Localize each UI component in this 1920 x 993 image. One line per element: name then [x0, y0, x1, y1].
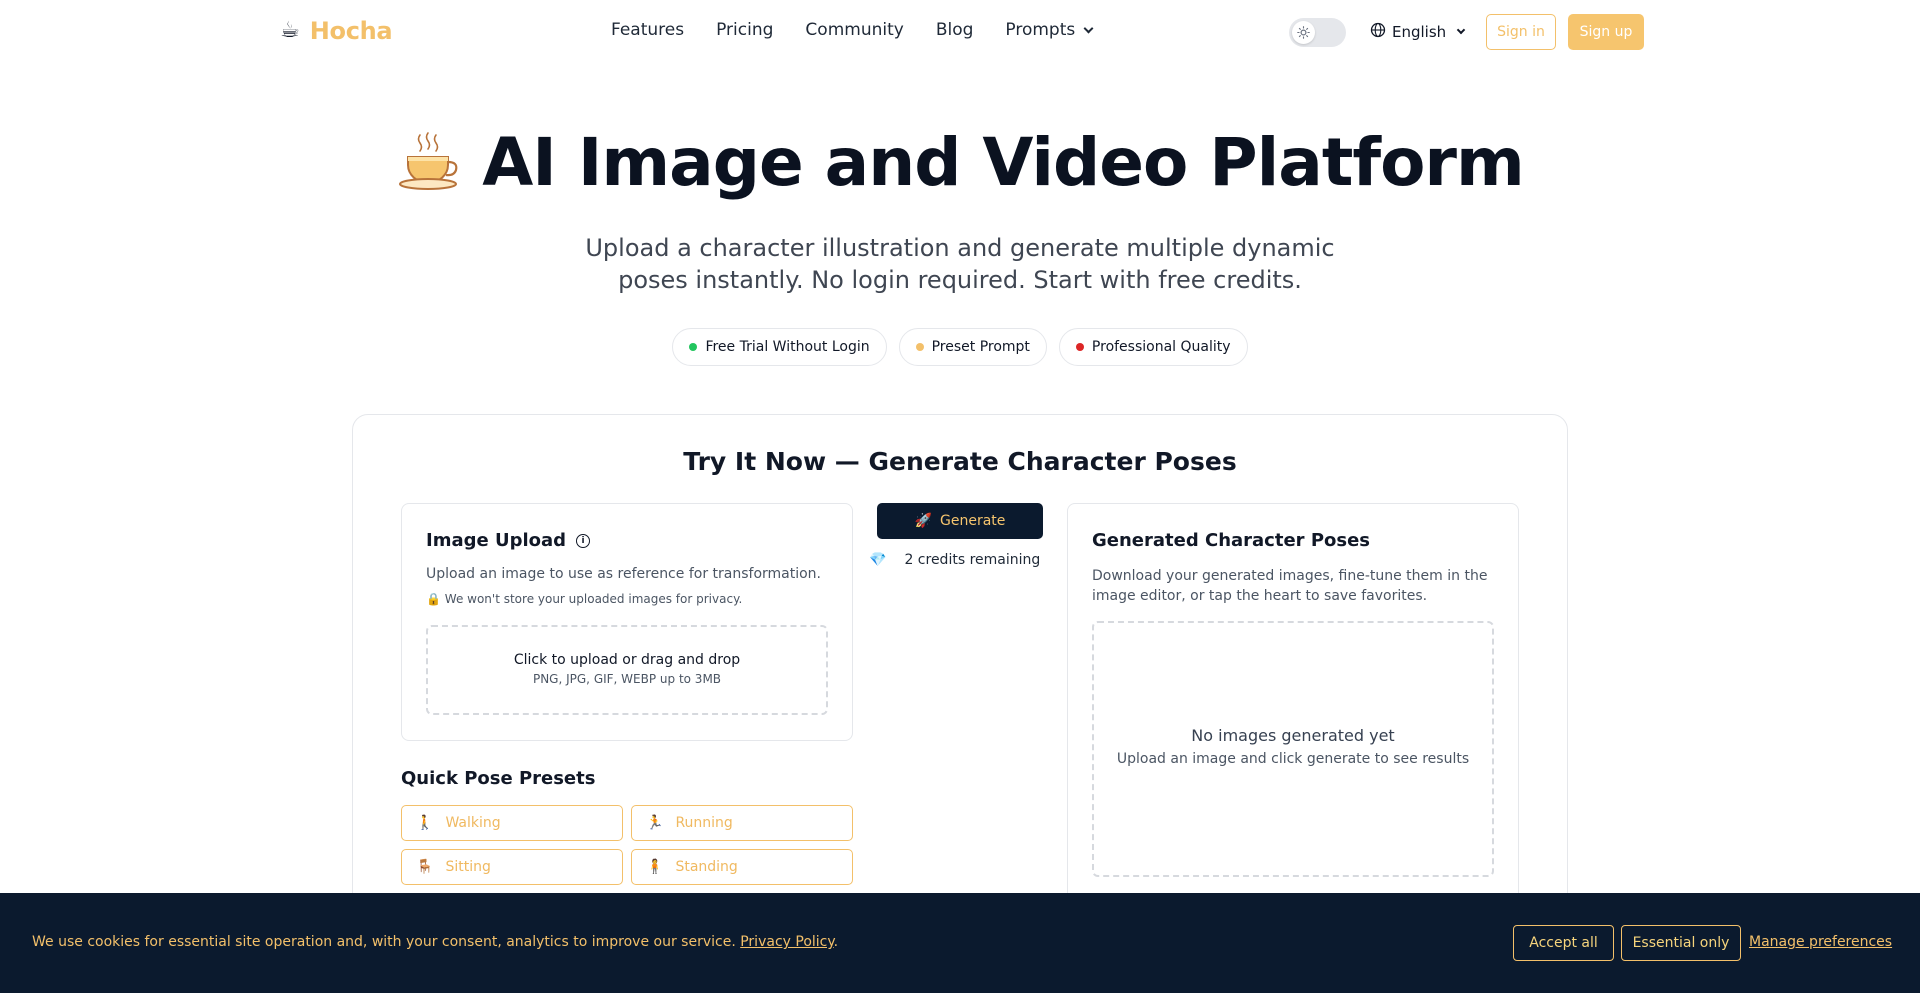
privacy-policy-link[interactable]: Privacy Policy: [740, 934, 833, 950]
hero-subtitle: Upload a character illustration and gene…: [585, 234, 1335, 294]
sign-up-button[interactable]: Sign up: [1568, 14, 1644, 50]
chevron-down-icon: [1456, 25, 1466, 35]
credits-text: 2 credits remaining: [904, 552, 1041, 568]
results-description: Download your generated images, fine-tun…: [1092, 568, 1488, 604]
chair-icon: 🪑: [416, 859, 434, 875]
info-icon[interactable]: i: [576, 533, 591, 548]
status-dot: [1075, 343, 1084, 351]
pill-label: Professional Quality: [1091, 339, 1231, 355]
coffee-cup-icon: [396, 131, 460, 195]
diamond-icon: 💎: [869, 552, 887, 568]
logo-text: Hocha: [309, 17, 393, 45]
pill-label: Free Trial Without Login: [705, 339, 870, 355]
privacy-note: 🔒 We won't store your uploaded images fo…: [426, 592, 742, 606]
upload-heading-row: Image Upload i: [426, 530, 591, 551]
upload-heading: Image Upload: [426, 530, 567, 551]
upload-dropzone[interactable]: Click to upload or drag and drop PNG, JP…: [426, 625, 828, 715]
page-title: AI Image and Video Platform: [482, 124, 1525, 201]
walking-icon: 🚶: [416, 815, 434, 831]
standing-icon: 🧍: [646, 859, 664, 875]
credits-indicator: 💎 2 credits remaining: [869, 552, 1040, 568]
nav-link-community[interactable]: Community: [805, 20, 903, 40]
preset-label: Standing: [675, 859, 738, 875]
empty-state-title: No images generated yet: [1191, 726, 1395, 745]
rocket-icon: 🚀: [914, 513, 933, 529]
chevron-down-icon: [1083, 23, 1094, 33]
status-dot: [915, 343, 924, 351]
upload-description: Upload an image to use as reference for …: [426, 566, 822, 582]
cookie-banner: We use cookies for essential site operat…: [0, 893, 1920, 993]
feature-pill: Free Trial Without Login: [672, 328, 887, 366]
feature-pill: Preset Prompt: [898, 328, 1047, 366]
cookie-message: We use cookies for essential site operat…: [32, 934, 736, 950]
dropzone-main-text: Click to upload or drag and drop: [513, 652, 741, 668]
preset-label: Sitting: [445, 859, 491, 875]
nav-prompts-label: Prompts: [1005, 20, 1076, 40]
theme-toggle[interactable]: [1289, 18, 1346, 47]
dropzone-sub-text: PNG, JPG, GIF, WEBP up to 3MB: [532, 672, 722, 686]
nav-link-pricing[interactable]: Pricing: [716, 20, 773, 40]
preset-sitting-button[interactable]: 🪑 Sitting: [401, 849, 623, 885]
feature-pills: Free Trial Without Login Preset Prompt P…: [0, 328, 1920, 366]
language-selector[interactable]: English: [1370, 22, 1466, 42]
lock-icon: 🔒: [426, 592, 441, 606]
preset-label: Running: [675, 815, 733, 831]
accept-all-button[interactable]: Accept all: [1513, 925, 1614, 961]
privacy-text: We won't store your uploaded images for …: [444, 592, 743, 606]
globe-icon: [1370, 22, 1386, 42]
sign-in-button[interactable]: Sign in: [1486, 14, 1556, 50]
results-empty-state: No images generated yet Upload an image …: [1092, 621, 1494, 877]
sun-icon: [1292, 21, 1315, 44]
preset-label: Walking: [445, 815, 501, 831]
tool-title: Try It Now — Generate Character Poses: [683, 447, 1237, 476]
generate-label: Generate: [940, 513, 1006, 529]
coffee-cup-icon: ☕: [280, 18, 300, 43]
manage-preferences-link[interactable]: Manage preferences: [1749, 934, 1892, 950]
status-dot: [689, 343, 698, 351]
results-heading: Generated Character Poses: [1092, 530, 1371, 551]
nav-link-blog[interactable]: Blog: [936, 20, 974, 40]
cookie-period: .: [833, 934, 839, 950]
top-nav: ☕ Hocha Features Pricing Community Blog …: [0, 0, 1920, 64]
presets-heading: Quick Pose Presets: [401, 768, 596, 789]
running-icon: 🏃: [646, 815, 664, 831]
essential-only-button[interactable]: Essential only: [1621, 925, 1741, 961]
generate-button[interactable]: 🚀 Generate: [877, 503, 1043, 539]
preset-standing-button[interactable]: 🧍 Standing: [631, 849, 853, 885]
nav-links: Features Pricing Community Blog Prompts: [611, 20, 1094, 40]
pill-label: Preset Prompt: [931, 339, 1030, 355]
logo[interactable]: ☕ Hocha: [280, 17, 393, 45]
language-label: English: [1392, 23, 1447, 41]
cookie-text: We use cookies for essential site operat…: [32, 934, 838, 950]
preset-walking-button[interactable]: 🚶 Walking: [401, 805, 623, 841]
nav-prompts-dropdown[interactable]: Prompts: [1005, 20, 1094, 40]
feature-pill: Professional Quality: [1058, 328, 1248, 366]
hero-title-row: AI Image and Video Platform: [0, 130, 1920, 196]
preset-running-button[interactable]: 🏃 Running: [631, 805, 853, 841]
empty-state-subtitle: Upload an image and click generate to se…: [1116, 751, 1470, 767]
results-panel: Generated Character Poses Download your …: [1067, 503, 1519, 923]
nav-link-features[interactable]: Features: [611, 20, 684, 40]
image-upload-panel: Image Upload i Upload an image to use as…: [401, 503, 853, 741]
